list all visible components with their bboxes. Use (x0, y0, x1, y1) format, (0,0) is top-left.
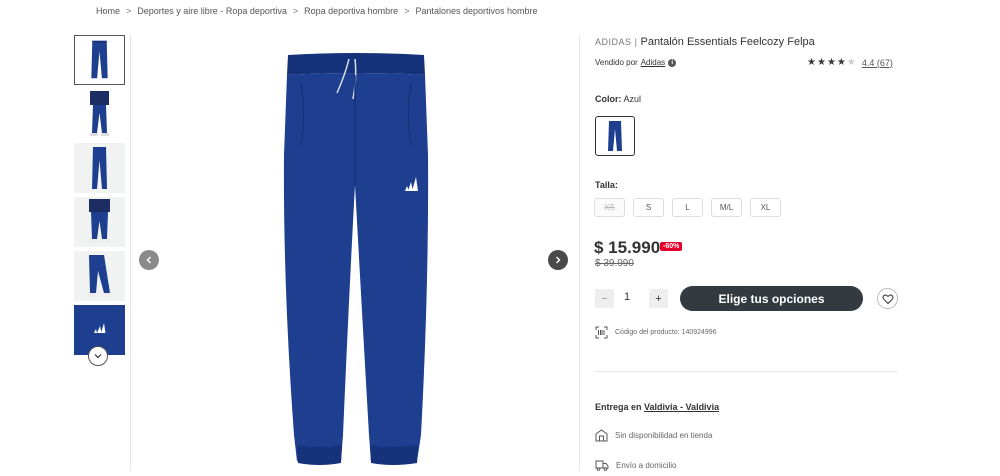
size-option-s[interactable]: S (633, 198, 664, 217)
color-label-text: Color: (595, 94, 622, 104)
product-code-text: Código del producto: 140924996 (615, 329, 717, 336)
breadcrumb-home[interactable]: Home (96, 6, 120, 16)
rating-stars: ★ ★ ★ ★ ★ (807, 57, 856, 68)
home-delivery-text: Envío a domicilio (616, 461, 677, 470)
breadcrumb-subcategory[interactable]: Ropa deportiva hombre (304, 6, 398, 16)
model-image (90, 91, 109, 136)
pants-image (91, 40, 108, 79)
thumbnail-5[interactable] (74, 251, 125, 301)
original-price: $ 39.990 (595, 258, 634, 269)
main-product-image (130, 35, 580, 471)
product-code: Código del producto: 140924996 (595, 326, 717, 339)
info-icon[interactable]: i (668, 58, 677, 67)
chevron-left-icon (146, 256, 151, 264)
brand-separator: | (634, 37, 638, 47)
color-value: Azul (623, 94, 642, 104)
size-options: XS S L M/L XL (594, 198, 781, 217)
thumbnails-scroll-down-button[interactable] (88, 346, 108, 366)
color-swatch-azul[interactable] (595, 116, 635, 156)
size-option-xl[interactable]: XL (750, 198, 781, 217)
store-pickup-row: Sin disponibilidad en tienda (595, 429, 712, 442)
model-image (88, 255, 112, 297)
delivery-location-link[interactable]: Valdivia - Valdivia (644, 402, 719, 412)
product-rating[interactable]: ★ ★ ★ ★ ★ 4.4 (67) (807, 57, 893, 68)
quantity-decrease-button[interactable]: − (595, 289, 614, 308)
breadcrumb: Home > Deportes y aire libre - Ropa depo… (96, 6, 538, 16)
home-delivery-row: Envío a domicilio (595, 460, 676, 471)
star-empty-icon: ★ (846, 57, 856, 68)
rating-summary[interactable]: 4.4 (67) (862, 58, 893, 68)
star-icon: ★ (826, 57, 836, 68)
breadcrumb-category[interactable]: Deportes y aire libre - Ropa deportiva (137, 6, 287, 16)
previous-image-button[interactable] (139, 250, 159, 270)
size-label: Talla: (595, 180, 618, 190)
chevron-down-icon (94, 354, 102, 359)
product-name: Pantalón Essentials Feelcozy Felpa (640, 36, 815, 48)
next-image-button[interactable] (548, 250, 568, 270)
breadcrumb-current[interactable]: Pantalones deportivos hombre (415, 6, 537, 16)
chevron-right-icon (556, 256, 561, 264)
pants-image (608, 121, 622, 151)
breadcrumb-separator: > (292, 6, 299, 16)
pants-image (283, 53, 429, 465)
model-image (89, 199, 110, 243)
wishlist-button[interactable] (877, 288, 898, 309)
delivery-location: Entrega en Valdivia - Valdivia (595, 402, 719, 412)
breadcrumb-separator: > (126, 6, 132, 16)
seller-prefix: Vendido por (595, 58, 638, 67)
truck-icon (595, 460, 609, 471)
seller-info: Vendido por Adidas i (595, 58, 677, 67)
pants-image (92, 147, 107, 189)
product-title: ADIDAS | Pantalón Essentials Feelcozy Fe… (595, 36, 815, 48)
star-icon: ★ (807, 57, 816, 68)
store-pickup-text: Sin disponibilidad en tienda (615, 431, 713, 440)
star-icon: ★ (816, 57, 826, 68)
thumbnail-1[interactable] (74, 35, 125, 85)
star-icon: ★ (836, 57, 846, 68)
rating-value: 4.4 (861, 57, 875, 68)
heart-icon (882, 294, 893, 304)
rating-count: (67) (876, 57, 893, 68)
color-label: Color: Azul (595, 94, 641, 104)
size-option-xs[interactable]: XS (594, 198, 625, 217)
discount-badge: -60% (660, 242, 683, 251)
breadcrumb-separator: > (404, 6, 410, 16)
delivery-prefix: Entrega en (595, 402, 642, 412)
store-icon (595, 429, 608, 442)
size-option-l[interactable]: L (672, 198, 703, 217)
seller-link[interactable]: Adidas (641, 58, 665, 67)
quantity-value[interactable]: 1 (624, 291, 630, 303)
barcode-icon (595, 326, 608, 339)
size-option-ml[interactable]: M/L (711, 198, 742, 217)
thumbnail-2[interactable] (74, 89, 125, 139)
brand-name[interactable]: ADIDAS (595, 37, 632, 47)
quantity-increase-button[interactable]: + (649, 289, 668, 308)
current-price: $ 15.990 (594, 238, 661, 257)
choose-options-button[interactable]: Elige tus opciones (680, 286, 863, 311)
thumbnail-4[interactable] (74, 197, 125, 247)
divider (595, 371, 898, 372)
thumbnail-3[interactable] (74, 143, 125, 193)
